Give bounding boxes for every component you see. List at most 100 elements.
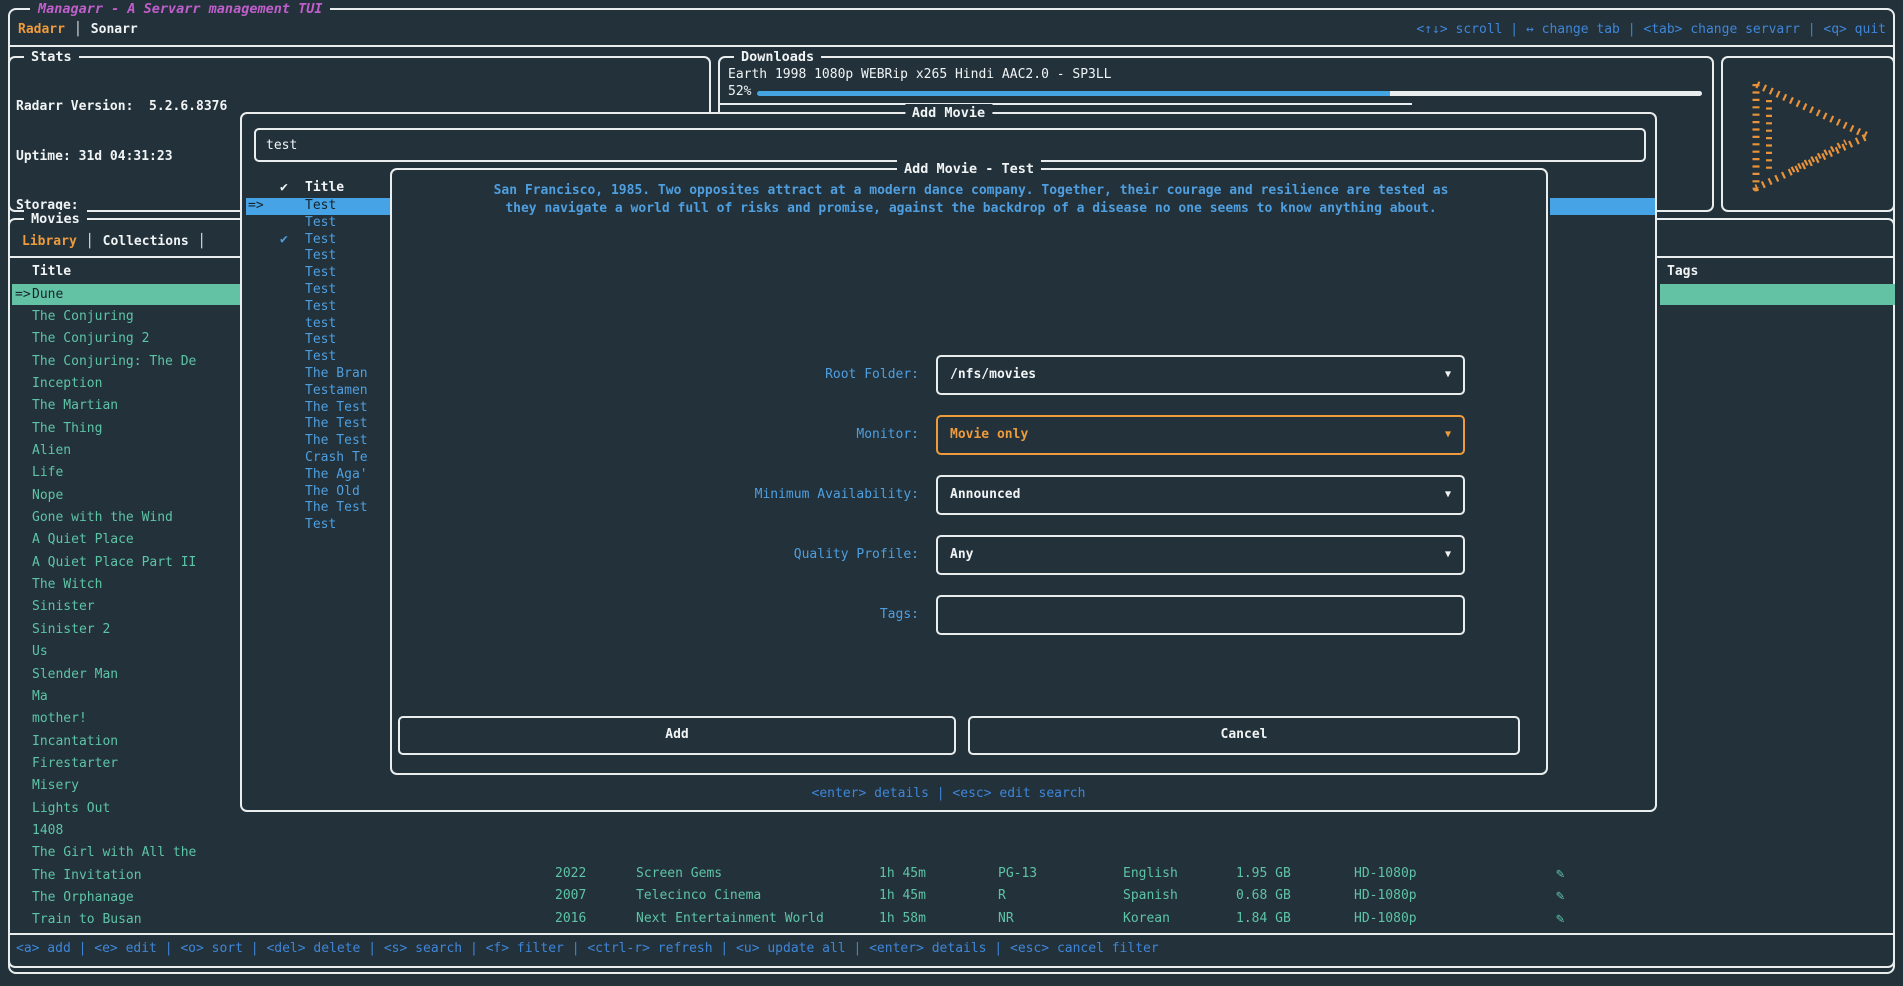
movie-list-item[interactable]: Sinister [32, 596, 247, 618]
movie-list-item[interactable]: Sinister 2 [32, 619, 247, 641]
search-result-title: Test [305, 198, 336, 215]
search-result-row[interactable]: => ✔ The Test [246, 500, 392, 517]
download-percent-label: 52% [728, 84, 751, 99]
movie-studio: Screen Gems [636, 863, 722, 885]
movie-list-item[interactable]: The Conjuring [32, 306, 247, 328]
movie-list: The Conjuring The Conjuring 2 The Conjur… [32, 306, 247, 932]
search-result-row[interactable]: => ✔ Crash Te [246, 450, 392, 467]
movie-quality: HD-1080p [1354, 885, 1417, 907]
movie-list-item[interactable]: mother! [32, 708, 247, 730]
search-result-row[interactable]: => ✔ The Aga' [246, 467, 392, 484]
search-result-title: Crash Te [305, 450, 368, 467]
monitor-select[interactable]: Movie only ▼ [936, 415, 1465, 455]
search-result-title: Test [305, 215, 336, 232]
search-result-row[interactable]: => ✔ test [246, 316, 392, 333]
movie-list-item[interactable]: Firestarter [32, 753, 247, 775]
stats-panel-title: Stats [24, 48, 79, 67]
search-result-title: Test [305, 232, 336, 249]
movie-list-item[interactable]: A Quiet Place Part II [32, 552, 247, 574]
movie-list-item[interactable]: Alien [32, 440, 247, 462]
add-movie-popup-title: Add Movie [905, 104, 992, 123]
cancel-button[interactable]: Cancel [968, 716, 1520, 755]
tab-sonarr[interactable]: Sonarr [91, 22, 138, 37]
movie-list-item[interactable]: The Conjuring: The De [32, 351, 247, 373]
search-result-row[interactable]: => ✔ Test [246, 215, 392, 232]
monitored-column-header-check-icon: ✔ [280, 180, 288, 195]
search-result-title: The Aga' [305, 467, 368, 484]
movie-list-item[interactable]: The Witch [32, 574, 247, 596]
movie-list-item[interactable]: A Quiet Place [32, 529, 247, 551]
search-result-title: Test [305, 265, 336, 282]
monitor-value: Movie only [950, 417, 1028, 453]
search-result-row[interactable]: => ✔ Test [246, 248, 392, 265]
search-result-row[interactable]: => ✔ The Old [246, 484, 392, 501]
movie-list-item[interactable]: The Girl with All the [32, 842, 247, 864]
topbar-divider [8, 45, 1895, 47]
app-title: Managarr - A Servarr management TUI [30, 0, 330, 18]
downloads-divider [720, 103, 1412, 105]
minimum-availability-select[interactable]: Announced ▼ [936, 475, 1465, 515]
tab-collections[interactable]: Collections [103, 234, 189, 249]
movie-certification: NR [998, 908, 1014, 930]
movie-detail-rows: 2022 Screen Gems 1h 45m PG-13 English 1.… [392, 863, 1892, 930]
search-result-row[interactable]: => ✔ Test [246, 299, 392, 316]
movie-list-item[interactable]: Lights Out [32, 798, 247, 820]
root-folder-label: Root Folder: [632, 366, 919, 384]
search-result-row[interactable]: => ✔ The Bran [246, 366, 392, 383]
movie-list-item[interactable]: Slender Man [32, 664, 247, 686]
movie-table-row[interactable]: 2016 Next Entertainment World 1h 58m NR … [392, 908, 1892, 930]
movie-list-item[interactable]: The Orphanage [32, 887, 247, 909]
movie-list-item[interactable]: Gone with the Wind [32, 507, 247, 529]
edit-pencil-icon: ✎ [1556, 863, 1564, 885]
search-result-row[interactable]: => ✔ The Test [246, 400, 392, 417]
movie-list-item[interactable]: The Conjuring 2 [32, 328, 247, 350]
movie-list-item[interactable]: Life [32, 462, 247, 484]
selected-movie-row[interactable]: => Dune [12, 284, 240, 305]
movie-list-item[interactable]: Nope [32, 485, 247, 507]
search-result-row[interactable]: => ✔ The Test [246, 416, 392, 433]
movie-list-item[interactable]: The Invitation [32, 865, 247, 887]
movie-quality: HD-1080p [1354, 863, 1417, 885]
download-item-title: Earth 1998 1080p WEBRip x265 Hindi AAC2.… [728, 67, 1112, 82]
edit-pencil-icon: ✎ [1556, 885, 1564, 907]
movie-list-item[interactable]: Ma [32, 686, 247, 708]
tab-radarr[interactable]: Radarr [18, 22, 65, 37]
movie-table-row[interactable]: 2007 Telecinco Cinema 1h 45m R Spanish 0… [392, 885, 1892, 907]
quality-profile-value: Any [950, 537, 973, 573]
movie-list-item[interactable]: Misery [32, 775, 247, 797]
movie-list-item[interactable]: Incantation [32, 731, 247, 753]
search-result-row[interactable]: => ✔ Testamen [246, 383, 392, 400]
selection-arrow: => [15, 284, 31, 305]
modal-title: Add Movie - Test [897, 160, 1041, 179]
movie-list-item[interactable]: The Martian [32, 395, 247, 417]
search-result-row[interactable]: => ✔ Test [246, 349, 392, 366]
tab-library[interactable]: Library [22, 234, 77, 249]
root-folder-value: /nfs/movies [950, 357, 1036, 393]
search-result-row[interactable]: => ✔ Test [246, 517, 392, 534]
add-button[interactable]: Add [398, 716, 956, 755]
root-folder-select[interactable]: /nfs/movies ▼ [936, 355, 1465, 395]
search-result-title: The Test [305, 433, 368, 450]
movie-search-input[interactable] [256, 130, 1644, 160]
movie-year: 2022 [555, 863, 586, 885]
search-result-row[interactable]: => ✔ Test [246, 332, 392, 349]
movie-list-item[interactable]: Us [32, 641, 247, 663]
minimum-availability-value: Announced [950, 477, 1020, 513]
movie-list-item[interactable]: 1408 [32, 820, 247, 842]
search-result-row[interactable]: => ✔ Test [246, 232, 392, 249]
movies-help-divider [10, 933, 1893, 935]
movie-list-item[interactable]: Train to Busan [32, 909, 247, 931]
monitor-label: Monitor: [632, 426, 919, 444]
chevron-down-icon: ▼ [1445, 477, 1451, 513]
tab-separator: │ [198, 234, 206, 249]
quality-profile-select[interactable]: Any ▼ [936, 535, 1465, 575]
managarr-screen: Managarr - A Servarr management TUI Rada… [0, 0, 1903, 986]
movie-list-item[interactable]: The Thing [32, 418, 247, 440]
tags-input[interactable] [938, 597, 1463, 633]
search-result-row[interactable]: => ✔ The Test [246, 433, 392, 450]
movie-table-row[interactable]: 2022 Screen Gems 1h 45m PG-13 English 1.… [392, 863, 1892, 885]
search-result-row[interactable]: => ✔ Test [246, 198, 392, 215]
movie-list-item[interactable]: Inception [32, 373, 247, 395]
search-result-row[interactable]: => ✔ Test [246, 265, 392, 282]
search-result-row[interactable]: => ✔ Test [246, 282, 392, 299]
